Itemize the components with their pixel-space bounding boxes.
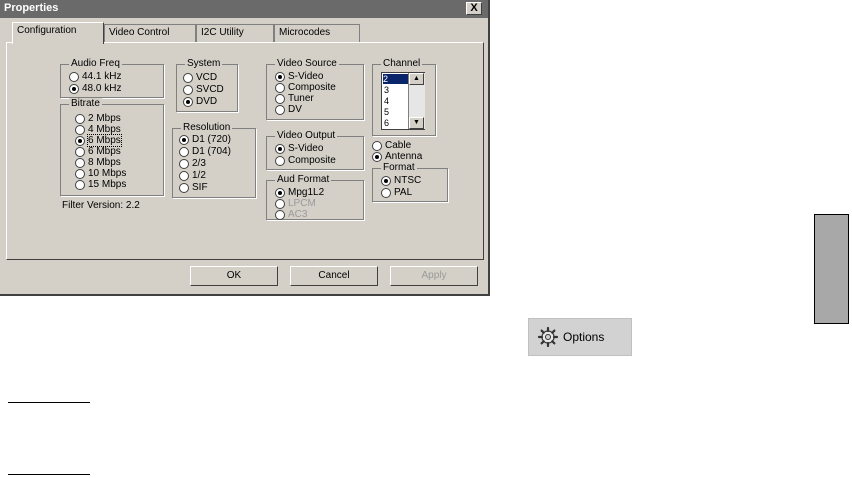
aud-format-group: Aud Format Mpg1L2 LPCM AC3 <box>266 174 364 220</box>
audio-freq-label: Audio Freq <box>69 58 122 69</box>
radio-svcd[interactable]: SVCD <box>183 84 224 95</box>
radio-2-3[interactable]: 2/3 <box>179 158 206 169</box>
channel-item[interactable]: 2 <box>383 74 409 84</box>
channel-item[interactable]: 6 <box>384 118 389 128</box>
video-output-label: Video Output <box>275 130 338 141</box>
filter-version: Filter Version: 2.2 <box>62 200 140 211</box>
radio-44-1-khz[interactable]: 44.1 kHz <box>69 71 121 82</box>
radio-bitrate-2[interactable]: 2 Mbps <box>75 113 121 124</box>
radio-ntsc[interactable]: NTSC <box>381 175 421 186</box>
radio-tuner[interactable]: Tuner <box>275 93 314 104</box>
radio-sif[interactable]: SIF <box>179 182 208 193</box>
audio-freq-group: Audio Freq 44.1 kHz 48.0 kHz <box>60 58 164 98</box>
radio-bitrate-8[interactable]: 8 Mbps <box>75 157 121 168</box>
aud-format-label: Aud Format <box>275 174 332 185</box>
radio-bitrate-15[interactable]: 15 Mbps <box>75 179 126 190</box>
resolution-label: Resolution <box>181 122 233 133</box>
radio-d1-720[interactable]: D1 (720) <box>179 134 231 145</box>
options-button[interactable]: Options <box>528 318 632 356</box>
radio-48-khz[interactable]: 48.0 kHz <box>69 83 121 94</box>
radio-bitrate-6b[interactable]: 6 Mbps <box>75 146 121 157</box>
channel-item[interactable]: 4 <box>384 96 389 106</box>
radio-composite-source[interactable]: Composite <box>275 82 336 93</box>
radio-s-video-output[interactable]: S-Video <box>275 143 323 154</box>
close-button[interactable]: X <box>466 2 482 15</box>
radio-dvd[interactable]: DVD <box>183 96 217 107</box>
radio-bitrate-6a[interactable]: 6 Mbps <box>75 134 122 147</box>
cancel-button[interactable]: Cancel <box>290 266 378 286</box>
bitrate-label: Bitrate <box>69 98 102 109</box>
radio-composite-output[interactable]: Composite <box>275 155 336 166</box>
window-title: Properties <box>4 2 59 14</box>
channel-item[interactable]: 5 <box>384 107 389 117</box>
bitrate-group: Bitrate 2 Mbps 4 Mbps 6 Mbps 6 Mbps 8 Mb… <box>60 98 164 196</box>
radio-pal[interactable]: PAL <box>381 187 412 198</box>
resolution-group: Resolution D1 (720) D1 (704) 2/3 1/2 SIF <box>172 122 256 198</box>
radio-1-2[interactable]: 1/2 <box>179 170 206 181</box>
properties-dialog: Properties X Configuration Video Control… <box>0 0 490 296</box>
tab-configuration[interactable]: Configuration <box>12 22 104 44</box>
radio-ac3: AC3 <box>275 209 307 220</box>
gear-icon <box>537 326 559 348</box>
format-label: Format <box>381 162 417 173</box>
radio-dv[interactable]: DV <box>275 104 302 115</box>
underline-1 <box>8 402 90 403</box>
radio-cable[interactable]: Cable <box>372 140 411 151</box>
scroll-up-icon[interactable]: ▲ <box>409 73 424 85</box>
format-group: Format NTSC PAL <box>372 162 448 202</box>
tab-microcodes[interactable]: Microcodes <box>274 24 360 42</box>
tab-video-control[interactable]: Video Control <box>104 24 196 42</box>
radio-mpg1l2[interactable]: Mpg1L2 <box>275 187 324 198</box>
radio-icon <box>69 83 79 94</box>
apply-button: Apply <box>390 266 478 286</box>
radio-bitrate-10[interactable]: 10 Mbps <box>75 168 126 179</box>
video-source-label: Video Source <box>275 58 339 69</box>
scroll-down-icon[interactable]: ▼ <box>409 117 424 129</box>
radio-lpcm: LPCM <box>275 198 316 209</box>
radio-s-video-source[interactable]: S-Video <box>275 71 323 82</box>
options-label: Options <box>563 330 605 344</box>
system-label: System <box>185 58 223 69</box>
video-source-group: Video Source S-Video Composite Tuner DV <box>266 58 364 120</box>
side-tab <box>814 214 849 324</box>
radio-icon <box>69 71 79 82</box>
underline-2 <box>8 474 90 475</box>
system-group: System VCD SVCD DVD <box>176 58 238 112</box>
channel-item[interactable]: 3 <box>384 85 389 95</box>
channel-scrollbar[interactable]: ▲ ▼ <box>408 73 425 129</box>
channel-label: Channel <box>381 58 423 69</box>
radio-d1-704[interactable]: D1 (704) <box>179 146 231 157</box>
radio-bitrate-4[interactable]: 4 Mbps <box>75 124 121 135</box>
tab-i2c-utility[interactable]: I2C Utility <box>196 24 274 42</box>
radio-antenna[interactable]: Antenna <box>372 151 422 162</box>
radio-vcd[interactable]: VCD <box>183 72 217 83</box>
title-bar: Properties X <box>0 0 488 18</box>
video-output-group: Video Output S-Video Composite <box>266 130 364 170</box>
ok-button[interactable]: OK <box>190 266 278 286</box>
